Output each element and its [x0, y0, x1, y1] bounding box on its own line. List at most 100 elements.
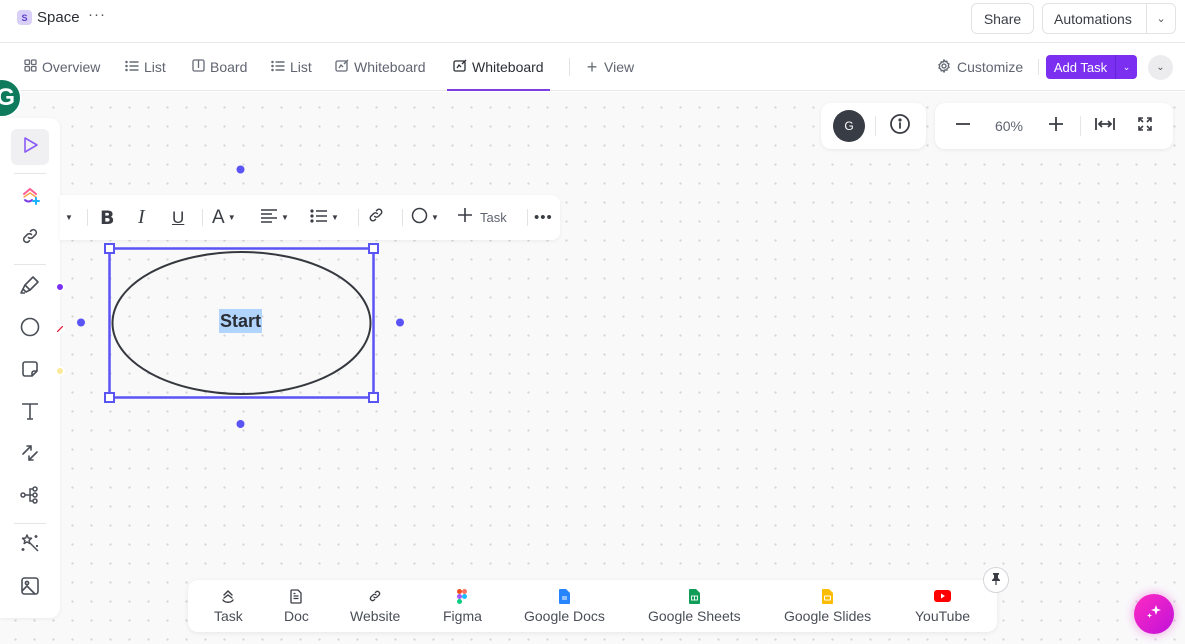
bold-button[interactable]: B — [100, 195, 114, 240]
mindmap-tool[interactable] — [11, 479, 49, 515]
text-tool[interactable] — [11, 395, 49, 431]
ai-assistant-button[interactable] — [1134, 594, 1174, 634]
shape-color-swatch[interactable] — [55, 324, 65, 334]
sparkle-icon — [1145, 603, 1163, 626]
embed-figma[interactable]: Figma — [443, 580, 482, 632]
clickup-ai-tool[interactable] — [11, 179, 49, 215]
fullscreen-icon — [1137, 116, 1153, 137]
cursor-icon — [19, 134, 41, 161]
tab-board[interactable]: Board — [191, 43, 247, 91]
embed-label: Google Docs — [524, 608, 605, 624]
italic-button[interactable]: I — [138, 195, 145, 240]
embed-website[interactable]: Website — [350, 580, 400, 632]
tab-whiteboard[interactable]: Whiteboard — [335, 43, 426, 91]
connector-tool[interactable] — [11, 437, 49, 473]
zoom-in-button[interactable] — [1042, 112, 1070, 140]
minus-icon — [954, 115, 972, 138]
space-badge[interactable]: S — [17, 10, 32, 25]
customize-button[interactable]: Customize — [937, 43, 1023, 91]
text-format-toolbar: ▼ B I U A ▼ ▼ ▼ ▼ Task ••• — [60, 195, 560, 240]
info-button[interactable] — [886, 112, 914, 140]
zoom-out-button[interactable] — [949, 112, 977, 140]
embed-youtube[interactable]: YouTube — [915, 580, 970, 632]
whiteboard-canvas[interactable] — [0, 92, 1185, 644]
fit-width-icon — [1094, 116, 1116, 137]
italic-icon: I — [138, 206, 145, 228]
chevron-down-icon[interactable]: ⌄ — [1116, 62, 1137, 73]
pen-color-swatch[interactable] — [55, 282, 65, 292]
tab-overview[interactable]: Overview — [23, 43, 100, 91]
plus-icon — [457, 207, 473, 228]
info-icon — [889, 113, 911, 140]
task-label: Task — [480, 210, 507, 225]
collaborators-panel: G — [821, 103, 926, 149]
marker-icon — [19, 274, 41, 301]
more-options-button[interactable]: ••• — [534, 195, 553, 240]
space-name[interactable]: Space — [37, 9, 80, 26]
tab-label: Whiteboard — [354, 59, 426, 75]
embed-task[interactable]: Task — [214, 580, 243, 632]
chevron-down-icon[interactable]: ⌄ — [1147, 12, 1175, 25]
tab-whiteboard-active[interactable]: Whiteboard — [447, 43, 550, 91]
font-size-dropdown[interactable]: ▼ — [65, 195, 73, 240]
add-view-button[interactable]: + View — [585, 43, 634, 91]
plus-icon — [1047, 115, 1065, 138]
shape-tool[interactable] — [11, 311, 49, 347]
link-icon — [367, 588, 383, 604]
image-tool[interactable] — [11, 570, 49, 606]
divider — [875, 116, 876, 136]
embed-label: Task — [214, 608, 243, 624]
link-tool[interactable] — [11, 220, 49, 256]
list-dropdown[interactable]: ▼ — [310, 195, 339, 240]
text-icon — [19, 400, 41, 427]
share-button[interactable]: Share — [971, 3, 1034, 34]
text-color-icon: A — [212, 206, 225, 228]
plus-icon: + — [586, 56, 598, 77]
text-color-dropdown[interactable]: A ▼ — [212, 195, 236, 240]
tab-label: Board — [210, 59, 248, 75]
embed-doc[interactable]: Doc — [284, 580, 309, 632]
more-options-icon[interactable]: ··· — [88, 6, 106, 23]
collapse-toggle-button[interactable]: ⌄ — [1148, 55, 1173, 80]
add-view-label: View — [604, 59, 635, 75]
mindmap-icon — [19, 484, 41, 511]
embed-label: Figma — [443, 608, 482, 624]
select-tool[interactable] — [11, 129, 49, 165]
fullscreen-button[interactable] — [1131, 112, 1159, 140]
align-dropdown[interactable]: ▼ — [260, 195, 289, 240]
convert-to-task-button[interactable]: Task — [457, 195, 507, 240]
divider — [202, 209, 203, 226]
divider — [87, 209, 88, 226]
embed-label: YouTube — [915, 608, 971, 624]
automations-label: Automations — [1054, 10, 1132, 27]
tab-label: List — [290, 59, 312, 75]
embed-google-slides[interactable]: Google Slides — [784, 580, 871, 632]
ai-magic-tool[interactable] — [11, 527, 49, 563]
left-toolbar — [0, 118, 60, 618]
zoom-level[interactable]: 60% — [988, 118, 1030, 134]
fit-width-button[interactable] — [1091, 112, 1119, 140]
figma-icon — [457, 588, 468, 604]
caret-down-icon: ▼ — [65, 213, 73, 222]
embed-google-sheets[interactable]: Google Sheets — [648, 580, 741, 632]
underline-icon: U — [172, 207, 185, 227]
tab-list[interactable]: List — [125, 43, 166, 91]
divider — [1038, 59, 1039, 75]
pin-toolbar-button[interactable] — [983, 567, 1009, 593]
bullet-list-icon — [310, 208, 328, 228]
sticky-note-tool[interactable] — [11, 353, 49, 389]
underline-button[interactable]: U — [172, 195, 184, 240]
image-icon — [19, 575, 41, 602]
divider — [1080, 116, 1081, 136]
shape-type-dropdown[interactable]: ▼ — [411, 195, 439, 240]
automations-button[interactable]: Automations ⌄ — [1042, 3, 1176, 34]
embed-google-docs[interactable]: Google Docs — [524, 580, 605, 632]
caret-down-icon: ▼ — [431, 213, 439, 222]
user-avatar[interactable]: G — [833, 110, 865, 142]
shape-text[interactable]: Start — [219, 309, 263, 333]
tab-list-2[interactable]: List — [271, 43, 312, 91]
insert-link-button[interactable] — [366, 195, 386, 240]
add-task-button[interactable]: Add Task ⌄ — [1046, 55, 1137, 79]
sticky-color-swatch[interactable] — [55, 366, 65, 376]
pen-tool[interactable] — [11, 269, 49, 305]
